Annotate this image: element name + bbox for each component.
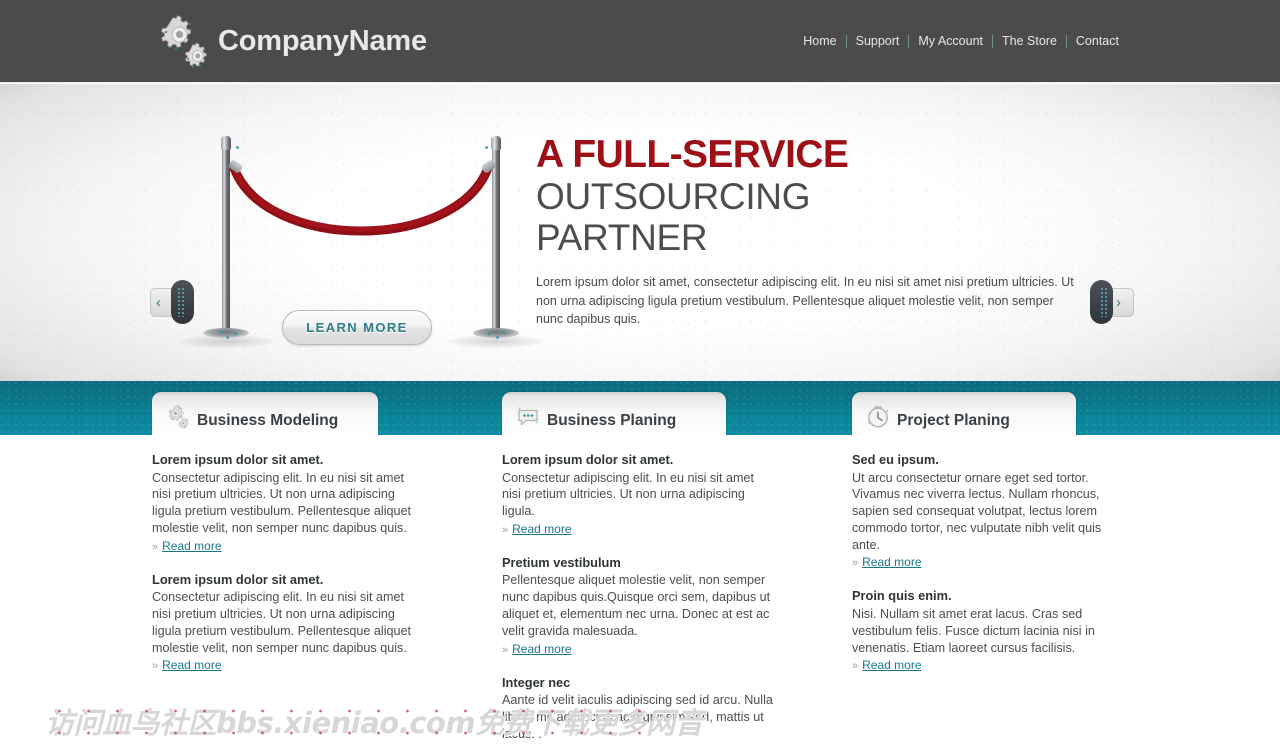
watermark-dots xyxy=(45,700,645,744)
fleck xyxy=(496,336,499,339)
read-more: »Read more xyxy=(152,538,420,555)
tab-label: Business Planing xyxy=(547,412,677,429)
nav-item-home[interactable]: Home xyxy=(794,33,845,50)
brand[interactable]: CompanyName xyxy=(152,10,427,72)
content-block: Proin quis enim. Nisi. Nullam sit amet e… xyxy=(852,588,1102,674)
fleck xyxy=(220,331,223,334)
nav-item-the-store[interactable]: The Store xyxy=(993,33,1066,50)
double-chevron-icon: » xyxy=(152,540,159,553)
page-root: CompanyName Home Support My Account The … xyxy=(0,0,1280,746)
read-more: »Read more xyxy=(852,657,1102,674)
main-nav: Home Support My Account The Store Contac… xyxy=(794,33,1128,50)
next-grip-dots xyxy=(1100,287,1109,317)
block-body: Nisi. Nullam sit amet erat lacus. Cras s… xyxy=(852,606,1095,655)
content-block: Lorem ipsum dolor sit amet. Consectetur … xyxy=(502,452,774,538)
read-more: »Read more xyxy=(152,657,420,674)
brand-name: CompanyName xyxy=(218,24,427,57)
content-block: Lorem ipsum dolor sit amet. Consectetur … xyxy=(152,452,420,555)
prev-grip-dots xyxy=(177,287,186,317)
block-heading: Lorem ipsum dolor sit amet. xyxy=(502,452,674,467)
fleck xyxy=(488,332,491,335)
hero-paragraph: Lorem ipsum dolor sit amet, consectetur … xyxy=(536,275,1074,326)
block-heading: Lorem ipsum dolor sit amet. xyxy=(152,571,324,587)
fleck xyxy=(485,146,488,149)
double-chevron-icon: » xyxy=(852,660,859,673)
double-chevron-icon: » xyxy=(852,557,859,570)
tab-label: Business Modeling xyxy=(197,412,339,429)
hero-headline-line3: PARTNER xyxy=(536,217,708,258)
block-heading: Integer nec xyxy=(502,674,571,690)
fleck xyxy=(236,146,239,149)
block-body: Consectetur adipiscing elit. In eu nisi … xyxy=(152,590,412,655)
speech-bubble-icon xyxy=(516,405,540,429)
block-body: Pellentesque aliquet molestie velit, non… xyxy=(502,573,771,638)
tab-business-planing[interactable]: Business Planing xyxy=(502,392,726,435)
read-more-link[interactable]: Read more xyxy=(862,555,921,569)
fleck xyxy=(226,336,229,339)
double-chevron-icon: » xyxy=(502,523,509,536)
fleck xyxy=(234,332,237,335)
tab-business-modeling[interactable]: Business Modeling xyxy=(152,392,378,435)
read-more-link[interactable]: Read more xyxy=(512,642,571,656)
block-heading: Lorem ipsum dolor sit amet. xyxy=(152,452,324,467)
tab-label: Project Planing xyxy=(897,412,1010,429)
block-heading: Proin quis enim. xyxy=(852,588,952,604)
content-block: Lorem ipsum dolor sit amet. Consectetur … xyxy=(152,572,420,675)
fleck xyxy=(503,331,506,334)
read-more-link[interactable]: Read more xyxy=(862,658,921,672)
read-more-link[interactable]: Read more xyxy=(162,539,221,553)
gears-icon xyxy=(152,12,210,70)
hero-headline-line1: A FULL-SERVICE xyxy=(536,133,849,176)
nav-item-my-account[interactable]: My Account xyxy=(909,33,992,50)
read-more-link[interactable]: Read more xyxy=(162,658,221,672)
read-more: »Read more xyxy=(852,554,1102,571)
site-header: CompanyName Home Support My Account The … xyxy=(0,0,1280,83)
carousel-next-button[interactable]: › xyxy=(1090,280,1136,326)
double-chevron-icon: » xyxy=(502,643,509,656)
column-business-modeling: Lorem ipsum dolor sit amet. Consectetur … xyxy=(152,452,420,691)
chevron-left-icon: ‹ xyxy=(156,294,161,311)
clock-icon xyxy=(866,405,890,429)
content-block: Sed eu ipsum. Ut arcu consectetur ornare… xyxy=(852,452,1102,571)
tab-project-planing[interactable]: Project Planing xyxy=(852,392,1076,435)
double-chevron-icon: » xyxy=(152,660,159,673)
hero-text: A FULL-SERVICE OUTSOURCING PARTNER Lorem… xyxy=(536,133,1096,329)
read-more: »Read more xyxy=(502,521,774,538)
hero-headline-line2: OUTSOURCING xyxy=(536,176,811,217)
section-tabs: Business Modeling Business Planing Proje… xyxy=(0,381,1280,435)
chevron-right-icon: › xyxy=(1116,294,1121,311)
learn-more-button[interactable]: LEARN MORE xyxy=(282,310,432,345)
read-more: »Read more xyxy=(502,641,774,658)
block-body: Ut arcu consectetur ornare eget sed tort… xyxy=(852,470,1102,552)
read-more-link[interactable]: Read more xyxy=(512,522,571,536)
block-heading: Sed eu ipsum. xyxy=(852,452,939,467)
nav-item-contact[interactable]: Contact xyxy=(1067,33,1128,50)
hero-banner: LEARN MORE A FULL-SERVICE OUTSOURCING PA… xyxy=(0,84,1280,381)
block-body: Consectetur adipiscing elit. In eu nisi … xyxy=(502,470,754,519)
gears-icon xyxy=(166,404,190,429)
nav-item-support[interactable]: Support xyxy=(847,33,909,50)
block-body: Consectetur adipiscing elit. In eu nisi … xyxy=(152,470,412,535)
watermark: 访问血鸟社区bbs.xieniao.com免费下载更多网音 xyxy=(45,700,704,744)
content-block: Pretium vestibulum Pellentesque aliquet … xyxy=(502,555,774,658)
carousel-prev-button[interactable]: ‹ xyxy=(148,280,194,326)
block-heading: Pretium vestibulum xyxy=(502,554,621,570)
column-project-planing: Sed eu ipsum. Ut arcu consectetur ornare… xyxy=(852,452,1102,691)
